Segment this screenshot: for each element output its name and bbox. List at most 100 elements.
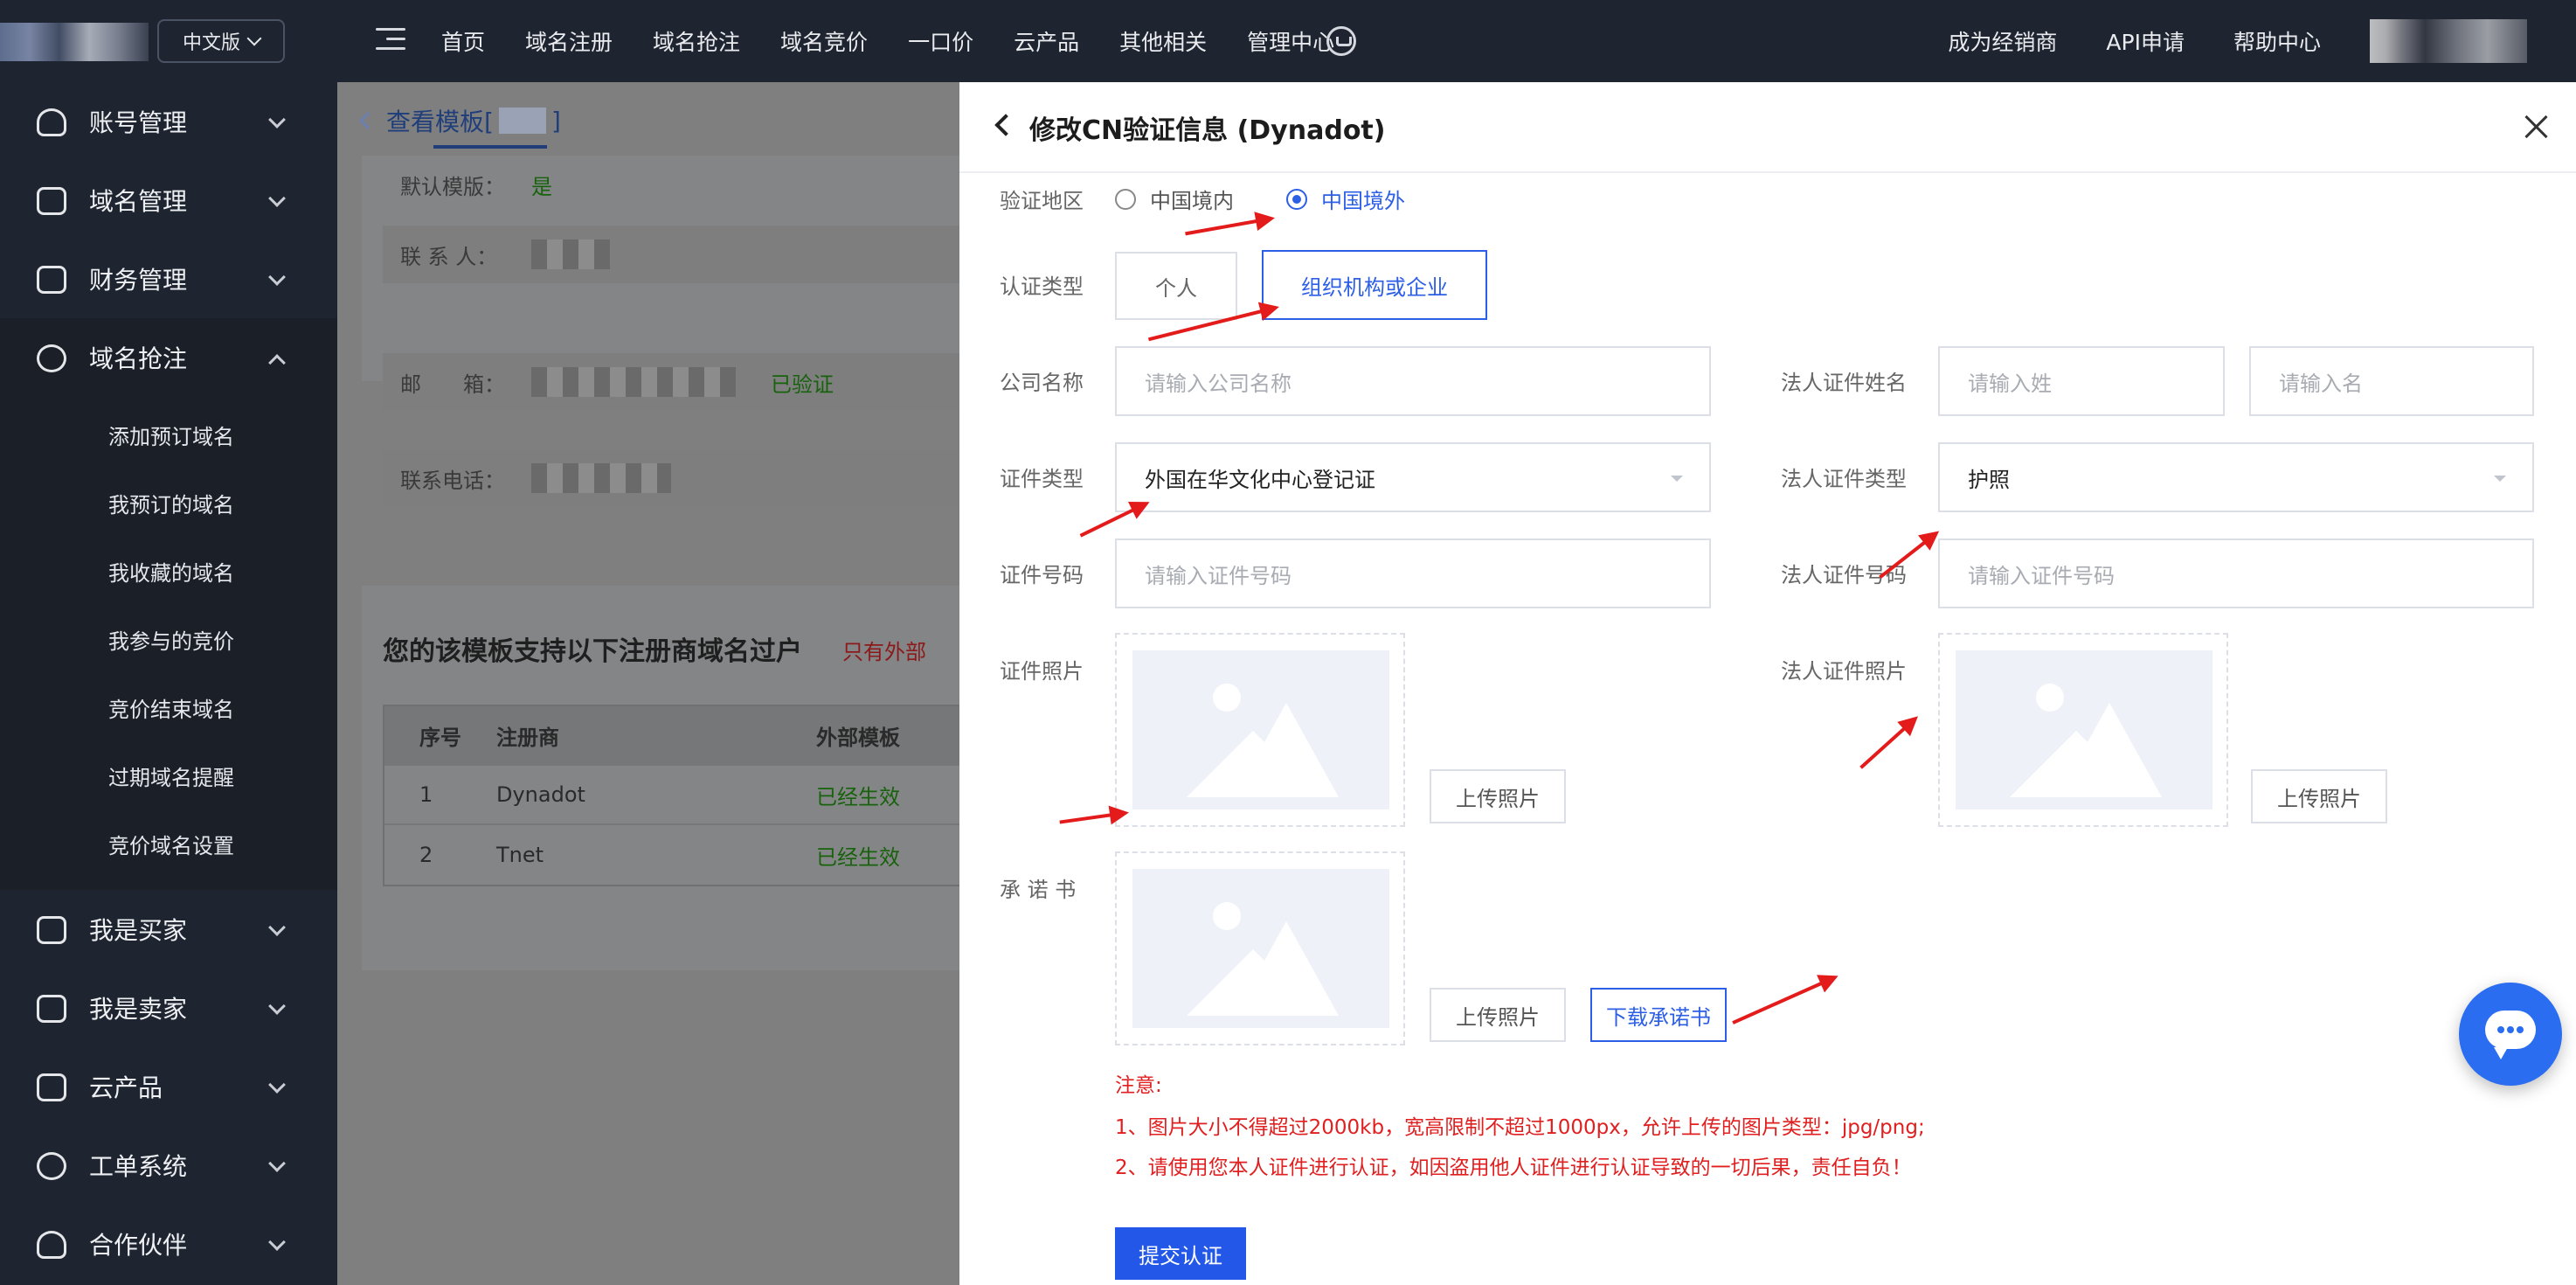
company-name-input[interactable]: 请输入公司名称 — [1115, 346, 1711, 416]
upload-commitment-button[interactable]: 上传照片 — [1430, 988, 1566, 1042]
sidebar-subitem[interactable]: 我参与的竞价 — [0, 605, 337, 673]
sidebar-item-label: 域名管理 — [89, 187, 188, 216]
cell-no: 1 — [419, 782, 433, 807]
chevron-down-icon — [268, 1155, 286, 1172]
sidebar-item-label: 我是卖家 — [89, 995, 188, 1024]
auth-type-personal[interactable]: 个人 — [1115, 252, 1237, 320]
nav-api[interactable]: API申请 — [2106, 25, 2185, 57]
chevron-up-icon — [268, 354, 286, 372]
sidebar-item-domains[interactable]: 域名管理 — [0, 161, 337, 240]
sidebar: 账号管理 域名管理 财务管理 域名抢注 添加预订域名 我预订的域名 我收藏的域名… — [0, 82, 337, 1285]
registrar-support-card: 您的该模板支持以下注册商域名过户 只有外部 序号 注册商 外部模板 1 Dyna… — [362, 586, 1026, 970]
cert-photo-preview — [1115, 633, 1405, 827]
sidebar-item-label: 合作伙伴 — [89, 1231, 188, 1260]
top-navbar: 中文版 首页 域名注册 域名抢注 域名竞价 一口价 云产品 其他相关 管理中心 … — [0, 0, 2576, 82]
chat-support-button[interactable] — [2459, 983, 2562, 1086]
cert-no-input[interactable]: 请输入证件号码 — [1115, 538, 1711, 608]
nav-home[interactable]: 首页 — [441, 25, 485, 57]
nav-domain-auction[interactable]: 域名竞价 — [780, 25, 868, 57]
annotation-arrow — [1185, 217, 1272, 236]
legal-name-label: 法人证件姓名 — [1781, 371, 1907, 395]
sidebar-item-label: 我是买家 — [89, 916, 188, 945]
sidebar-subitem[interactable]: 我预订的域名 — [0, 469, 337, 537]
chevron-down-icon — [246, 31, 262, 46]
upload-legal-photo-button[interactable]: 上传照片 — [2251, 769, 2387, 823]
chevron-down-icon — [268, 1076, 286, 1094]
sidebar-item-tickets[interactable]: 工单系统 — [0, 1126, 337, 1205]
image-placeholder-icon — [1956, 650, 2212, 809]
nav-help[interactable]: 帮助中心 — [2233, 25, 2321, 57]
cert-no-label: 证件号码 — [1000, 563, 1084, 587]
breadcrumb[interactable]: 查看模板[ ] — [359, 94, 561, 147]
nav-reseller[interactable]: 成为经销商 — [1948, 25, 2057, 57]
field-label: 默认模版： — [400, 174, 505, 199]
section-title: 您的该模板支持以下注册商域名过户 — [383, 636, 802, 667]
right-nav: 成为经销商 API申请 帮助中心 — [1948, 0, 2576, 82]
breadcrumb-label: 查看模板[ — [386, 108, 494, 136]
spacer — [383, 322, 994, 330]
nav-cloud[interactable]: 云产品 — [1014, 25, 1079, 57]
select-value: 外国在华文化中心登记证 — [1145, 467, 1375, 492]
legal-given-name-input[interactable]: 请输入名 — [2249, 346, 2534, 416]
legal-cert-type-select[interactable]: 护照 — [1938, 442, 2534, 512]
sidebar-item-seller[interactable]: 我是卖家 — [0, 969, 337, 1047]
submit-button[interactable]: 提交认证 — [1115, 1227, 1246, 1280]
site-logo[interactable] — [0, 23, 149, 61]
legal-cert-no-input[interactable]: 请输入证件号码 — [1938, 538, 2534, 608]
legal-surname-input[interactable]: 请输入姓 — [1938, 346, 2225, 416]
sidebar-subitem[interactable]: 竞价结束域名 — [0, 673, 337, 741]
sidebar-item-cloud[interactable]: 云产品 — [0, 1047, 337, 1126]
phone-row: 联系电话： — [383, 449, 994, 507]
sidebar-item-finance[interactable]: 财务管理 — [0, 240, 337, 318]
cart-icon — [37, 916, 66, 944]
finance-icon — [37, 266, 66, 294]
cert-type-select[interactable]: 外国在华文化中心登记证 — [1115, 442, 1711, 512]
sidebar-subitem[interactable]: 我收藏的域名 — [0, 537, 337, 605]
language-select[interactable]: 中文版 — [157, 19, 285, 63]
user-avatar[interactable] — [2370, 19, 2527, 63]
nav-other[interactable]: 其他相关 — [1119, 25, 1207, 57]
download-commitment-button[interactable]: 下载承诺书 — [1590, 988, 1727, 1042]
upload-cert-photo-button[interactable]: 上传照片 — [1430, 769, 1566, 823]
sidebar-item-account[interactable]: 账号管理 — [0, 82, 337, 161]
cart-icon[interactable] — [1326, 26, 1356, 56]
nav-domain-snap[interactable]: 域名抢注 — [653, 25, 740, 57]
cell-registrar: Dynadot — [496, 782, 585, 807]
region-radio-overseas[interactable]: 中国境外 — [1286, 184, 1405, 214]
sidebar-item-label: 账号管理 — [89, 108, 188, 137]
radio-label: 中国境外 — [1321, 189, 1405, 213]
clock-icon — [37, 344, 66, 372]
cloud-icon — [37, 1073, 66, 1101]
close-icon[interactable] — [2524, 114, 2550, 140]
back-arrow-icon[interactable] — [994, 114, 1017, 136]
sidebar-subitem[interactable]: 添加预订域名 — [0, 400, 337, 469]
field-label: 联 系 人： — [400, 244, 498, 269]
sidebar-subitem[interactable]: 竞价域名设置 — [0, 809, 337, 878]
main-nav: 首页 域名注册 域名抢注 域名竞价 一口价 云产品 其他相关 管理中心 — [441, 0, 1375, 82]
sidebar-item-buyer[interactable]: 我是买家 — [0, 890, 337, 969]
chevron-down-icon — [268, 1233, 286, 1251]
commitment-photo-preview — [1115, 851, 1405, 1045]
drawer-header: 修改CN验证信息 (Dynadot) — [959, 82, 2576, 173]
region-label: 验证地区 — [1000, 189, 1084, 213]
shop-icon — [37, 995, 66, 1023]
legal-cert-photo-preview — [1938, 633, 2228, 827]
nav-admin[interactable]: 管理中心 — [1247, 25, 1334, 57]
nav-domain-register[interactable]: 域名注册 — [525, 25, 613, 57]
chevron-down-icon — [1671, 476, 1683, 482]
image-placeholder-icon — [1132, 650, 1389, 809]
sidebar-item-label: 财务管理 — [89, 266, 188, 295]
region-radio-domestic[interactable]: 中国境内 — [1115, 184, 1234, 214]
menu-toggle-icon[interactable] — [376, 26, 405, 52]
sidebar-item-snap[interactable]: 域名抢注 — [0, 318, 337, 397]
nav-fixed-price[interactable]: 一口价 — [908, 25, 973, 57]
section-note: 只有外部 — [842, 640, 926, 664]
sidebar-item-partners[interactable]: 合作伙伴 — [0, 1205, 337, 1283]
commitment-label: 承 诺 书 — [1000, 878, 1077, 902]
legal-cert-photo-label: 法人证件照片 — [1781, 659, 1907, 684]
sidebar-subitem[interactable]: 过期域名提醒 — [0, 741, 337, 809]
auth-type-organization[interactable]: 组织机构或企业 — [1262, 250, 1487, 320]
column-header: 序号 — [419, 725, 461, 750]
annotation-arrow — [1059, 811, 1126, 824]
sidebar-item-label: 云产品 — [89, 1073, 163, 1102]
